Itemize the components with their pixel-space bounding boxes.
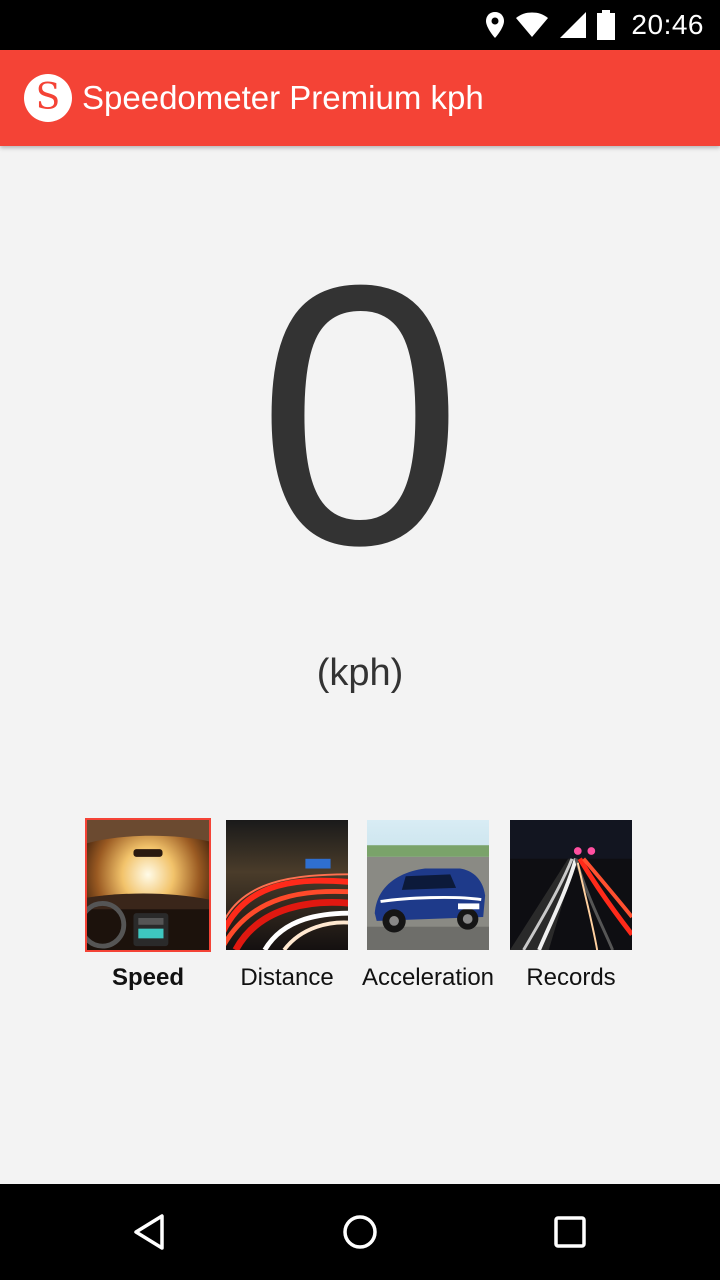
light-trails-image <box>224 818 350 952</box>
recents-icon[interactable] <box>546 1208 594 1256</box>
nav-bar <box>0 1184 720 1280</box>
status-time: 20:46 <box>631 9 704 40</box>
back-icon[interactable] <box>126 1208 174 1256</box>
app-title: Speedometer Premium kph <box>82 79 484 116</box>
mode-label-distance: Distance <box>240 964 334 991</box>
mode-acceleration[interactable]: Acceleration <box>358 818 498 992</box>
app-logo: S <box>24 74 72 122</box>
car-interior-image <box>85 818 211 952</box>
mode-label-records: Records <box>526 964 616 991</box>
mode-label-speed: Speed <box>111 964 185 991</box>
mode-label-acceleration: Acceleration <box>361 964 495 991</box>
status-icons: 20:46 <box>485 0 704 50</box>
mode-distance[interactable]: Distance <box>217 818 357 992</box>
app-bar: S Speedometer Premium kph <box>0 50 720 146</box>
mode-speed[interactable]: Speed <box>78 818 218 992</box>
speed-unit: (kph) <box>316 652 404 694</box>
home-icon[interactable] <box>336 1208 384 1256</box>
speed-value: 0 <box>257 209 463 622</box>
signal-icon <box>559 11 587 39</box>
battery-icon <box>597 10 616 40</box>
status-bar: 20:46 <box>0 0 720 50</box>
race-car-image <box>365 818 491 952</box>
location-icon <box>485 11 505 39</box>
highway-night-image <box>508 818 634 952</box>
mode-records[interactable]: Records <box>501 818 641 992</box>
wifi-icon <box>515 12 549 38</box>
